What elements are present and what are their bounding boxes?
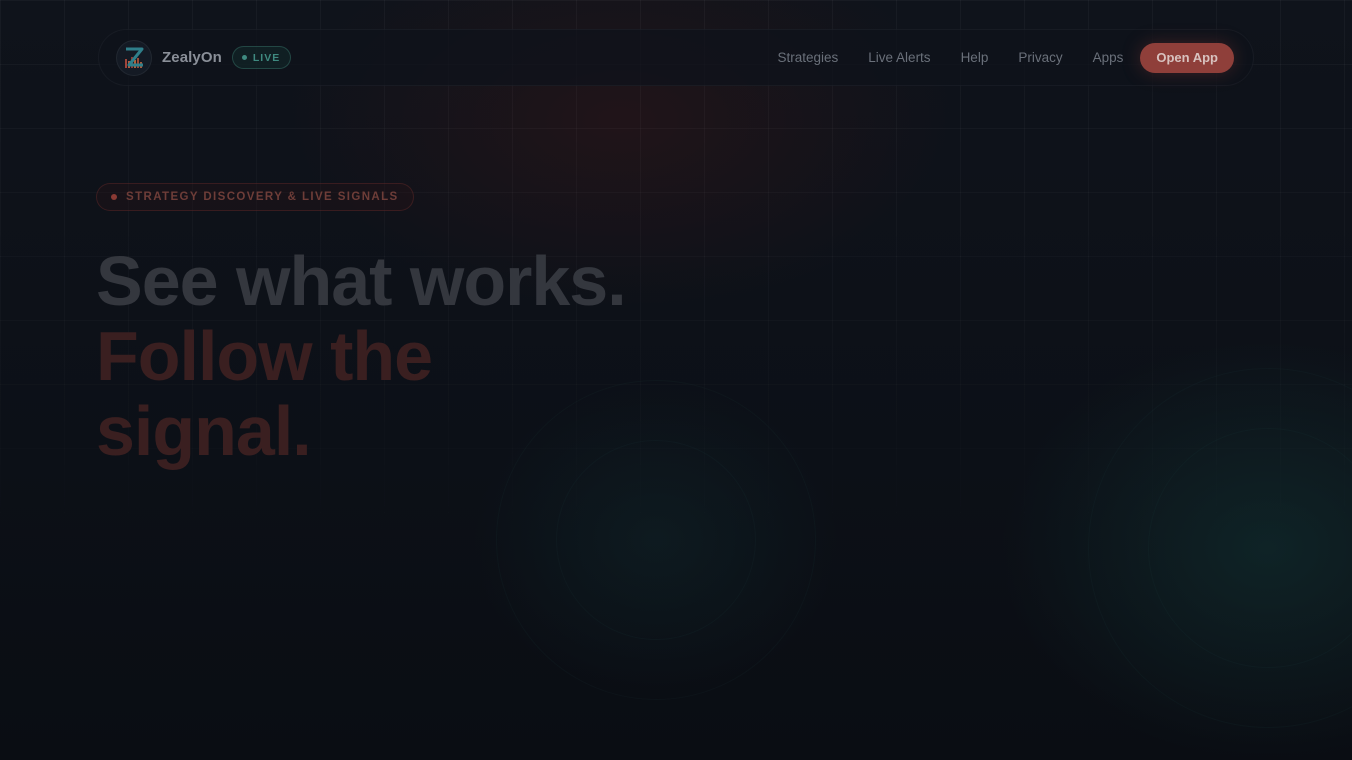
hero-eyebrow: STRATEGY DISCOVERY & LIVE SIGNALS	[96, 183, 414, 211]
brand-name: ZealyOn	[162, 49, 222, 66]
hero-eyebrow-label: STRATEGY DISCOVERY & LIVE SIGNALS	[126, 191, 399, 203]
nav-link-apps[interactable]: Apps	[1093, 50, 1124, 65]
live-badge: LIVE	[231, 46, 292, 69]
live-dot-icon	[241, 55, 247, 60]
zealyon-logo-icon[interactable]	[116, 39, 152, 76]
page: ZealyOn LIVE Strategies Live Alerts Help…	[0, 0, 1352, 760]
top-navbar: ZealyOn LIVE Strategies Live Alerts Help…	[98, 29, 1254, 86]
nav-link-strategies[interactable]: Strategies	[777, 50, 838, 65]
hero-headline-line1: See what works.	[96, 242, 627, 320]
live-badge-label: LIVE	[252, 51, 281, 64]
brand[interactable]: ZealyOn	[116, 39, 222, 76]
hero-headline-line2: Follow the	[96, 317, 433, 395]
nav-link-help[interactable]: Help	[961, 50, 989, 65]
nav-link-privacy[interactable]: Privacy	[1018, 50, 1062, 65]
nav-links: Strategies Live Alerts Help Privacy Apps	[777, 50, 1123, 65]
hero-headline: See what works. Follow the signal.	[96, 244, 796, 469]
hero-headline-line3: signal.	[96, 392, 312, 470]
open-app-button[interactable]: Open App	[1140, 42, 1234, 73]
eyebrow-dot-icon	[111, 194, 117, 200]
nav-link-live-alerts[interactable]: Live Alerts	[868, 50, 930, 65]
